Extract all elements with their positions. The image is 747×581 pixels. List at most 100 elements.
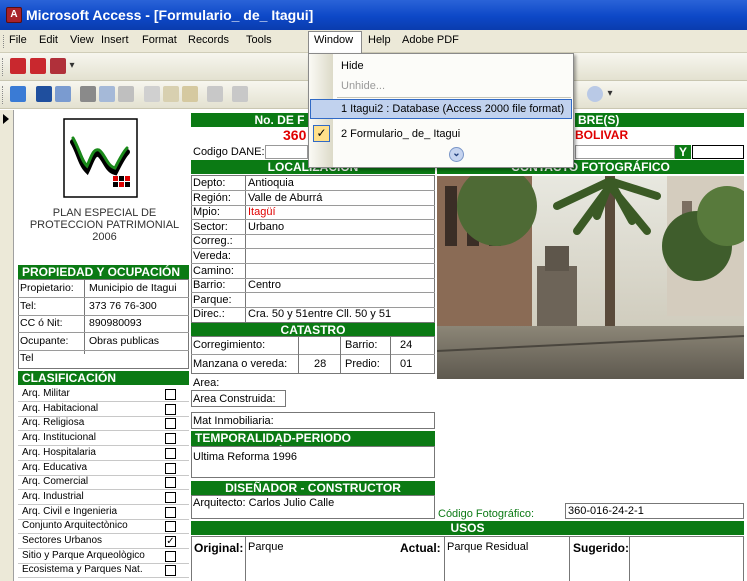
menu-file[interactable]: File	[9, 34, 27, 46]
propiedad-header: PROPIEDAD Y OCUPACIÓN	[18, 265, 189, 279]
propiedad-label: Ocupante:	[20, 334, 69, 347]
clasificacion-checkbox[interactable]	[165, 477, 176, 489]
no-ficha-value: 360	[283, 127, 307, 143]
toolbar-grip[interactable]	[2, 86, 5, 104]
localizacion-label: Parque:	[193, 293, 232, 306]
coordinate-y-label: Y	[675, 145, 691, 159]
logo-caption: PLAN ESPECIAL DE PROTECCION PATRIMONIAL …	[29, 207, 180, 243]
checkmark-icon: ✓	[313, 125, 330, 142]
window-title: Microsoft Access - [Formulario_ de_ Itag…	[26, 7, 314, 23]
localizacion-value[interactable]: Antioquia	[248, 177, 294, 189]
menu-edit[interactable]: Edit	[39, 34, 58, 46]
toolbar-options-icon[interactable]: ▾	[68, 58, 76, 74]
view-icon[interactable]	[10, 86, 26, 102]
propiedad-row-line	[18, 332, 189, 333]
catastro-row-line	[191, 354, 435, 355]
localizacion-label: Direc.:	[193, 308, 225, 321]
localizacion-label: Camino:	[193, 264, 234, 277]
menu-view[interactable]: View	[70, 34, 94, 46]
cut-icon[interactable]	[144, 86, 160, 102]
access-app-icon[interactable]: A	[6, 7, 22, 23]
clasificacion-checkbox[interactable]	[165, 565, 176, 577]
uso-actual-value[interactable]: Parque Residual	[447, 541, 528, 553]
localizacion-value[interactable]: Urbano	[248, 221, 284, 233]
menu-format[interactable]: Format	[142, 34, 177, 46]
manzana-value[interactable]: 28	[314, 358, 326, 370]
menu-hide[interactable]: Hide	[341, 60, 364, 72]
record-selector[interactable]	[0, 110, 14, 581]
clasificacion-checkbox[interactable]	[165, 521, 176, 533]
clasificacion-checkbox[interactable]	[165, 447, 176, 459]
codigo-dane-field[interactable]	[265, 145, 308, 159]
file-search-icon[interactable]	[55, 86, 71, 102]
pdf-review-icon[interactable]	[50, 58, 66, 74]
menu-insert[interactable]: Insert	[101, 34, 129, 46]
clasificacion-checkbox[interactable]	[165, 418, 176, 430]
coordinate-y-field[interactable]	[692, 145, 744, 159]
clasificacion-checkbox[interactable]	[165, 506, 176, 518]
localizacion-value[interactable]: Itagüí	[248, 206, 276, 218]
area-label: Area:	[193, 377, 220, 389]
clasificacion-checkbox[interactable]	[165, 462, 176, 474]
clasificacion-checkbox[interactable]	[165, 550, 176, 562]
menu-window[interactable]: Window	[314, 34, 353, 46]
copy-icon[interactable]	[163, 86, 179, 102]
coordinate-x-field[interactable]	[575, 145, 675, 159]
propiedad-value[interactable]: Obras publicas	[89, 335, 159, 347]
pdf-email-icon[interactable]	[30, 58, 46, 74]
predio-value[interactable]: 01	[400, 358, 412, 370]
menu-adobe-pdf[interactable]: Adobe PDF	[402, 34, 459, 46]
propiedad-value[interactable]: 890980093	[89, 317, 142, 329]
clasificacion-checkbox[interactable]: ✓	[165, 536, 176, 547]
save-icon[interactable]	[36, 86, 52, 102]
clasificacion-item-label: Arq. Hospitalaria	[22, 446, 96, 458]
propiedad-label: Tel:	[20, 299, 37, 312]
clasificacion-item-label: Sectores Urbanos	[22, 535, 103, 546]
uso-sugerido-field[interactable]	[630, 537, 743, 581]
menu-help[interactable]: Help	[368, 34, 391, 46]
uso-original-value[interactable]: Parque	[248, 541, 283, 553]
menu-window-itagui2[interactable]: 1 Itagui2 : Database (Access 2000 file f…	[341, 103, 564, 115]
localizacion-label: Barrio:	[193, 279, 226, 292]
menu-grip[interactable]	[3, 35, 5, 48]
localizacion-label: Depto:	[193, 177, 226, 189]
clasificacion-checkbox[interactable]	[165, 433, 176, 445]
usos-divider	[569, 536, 570, 581]
plan-logo-icon	[63, 118, 138, 198]
expand-menu-icon[interactable]: ⌄	[449, 147, 464, 162]
disenador-value: Arquitecto: Carlos Julio Calle	[193, 497, 335, 509]
menu-unhide[interactable]: Unhide...	[341, 80, 385, 92]
menu-tools[interactable]: Tools	[246, 34, 272, 46]
temporalidad-header: TEMPORALIDAD-PERIODO CONSTRUCCIÓN	[191, 431, 435, 459]
window-menu-dropdown: Hide Unhide... 1 Itagui2 : Database (Acc…	[308, 53, 574, 168]
usos-divider	[444, 536, 445, 581]
clasificacion-checkbox[interactable]	[165, 403, 176, 415]
propiedad-value[interactable]: 373 76 76-300	[89, 300, 157, 312]
clasificacion-checkbox[interactable]	[165, 491, 176, 503]
menu-records[interactable]: Records	[188, 34, 229, 46]
current-record-arrow-icon	[3, 114, 9, 124]
disenador-header: DISEÑADOR - CONSTRUCTOR	[191, 481, 435, 495]
propiedad-value[interactable]: Municipio de Itagui	[89, 282, 177, 294]
spelling-icon[interactable]	[118, 86, 134, 102]
menu-window-formulario[interactable]: 2 Formulario_ de_ Itagui	[341, 128, 460, 140]
localizacion-value[interactable]: Valle de Aburrá	[248, 192, 322, 204]
toolbar-grip[interactable]	[2, 58, 5, 76]
menu-separator	[337, 97, 571, 98]
hyperlink-icon[interactable]	[232, 86, 248, 102]
barrio-catastro-value[interactable]: 24	[400, 339, 412, 351]
toolbar-options-icon[interactable]: ▾	[606, 86, 614, 102]
undo-icon[interactable]	[207, 86, 223, 102]
localizacion-value[interactable]: Centro	[248, 279, 281, 291]
print-icon[interactable]	[80, 86, 96, 102]
print-preview-icon[interactable]	[99, 86, 115, 102]
localizacion-value[interactable]: Cra. 50 y 51entre Cll. 50 y 51	[248, 308, 391, 320]
building-photo	[437, 176, 744, 379]
clasificacion-item-label: Arq. Civil e Ingenieria	[22, 505, 118, 517]
clasificacion-item-label: Arq. Industrial	[22, 490, 84, 502]
manzana-label: Manzana o vereda:	[193, 358, 288, 370]
pdf-convert-icon[interactable]	[10, 58, 26, 74]
help-icon[interactable]	[587, 86, 603, 102]
paste-icon[interactable]	[182, 86, 198, 102]
clasificacion-checkbox[interactable]	[165, 389, 176, 400]
